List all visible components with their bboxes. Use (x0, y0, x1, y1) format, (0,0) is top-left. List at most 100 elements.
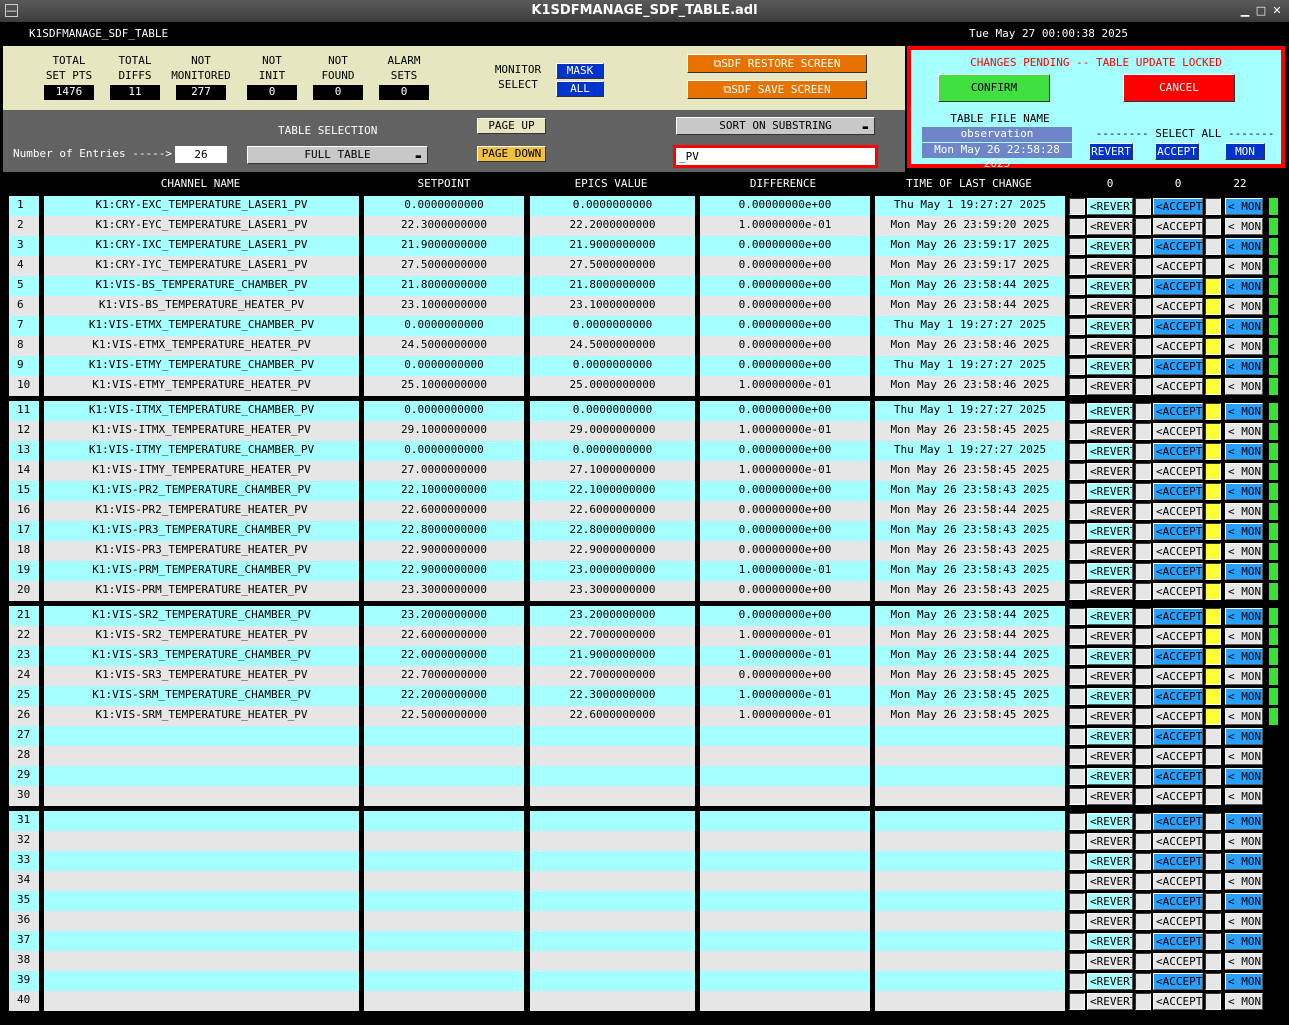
mon-button[interactable]: < MON (1225, 523, 1263, 540)
revert-checkbox[interactable] (1069, 748, 1085, 765)
mon-button[interactable]: < MON (1225, 318, 1263, 335)
accept-button[interactable]: <ACCEPT (1153, 378, 1203, 395)
revert-button[interactable]: <REVERT (1087, 338, 1133, 355)
accept-checkbox[interactable] (1135, 238, 1151, 255)
accept-checkbox[interactable] (1135, 423, 1151, 440)
accept-button[interactable]: <ACCEPT (1153, 993, 1203, 1010)
revert-button[interactable]: <REVERT (1087, 953, 1133, 970)
accept-button[interactable]: <ACCEPT (1153, 503, 1203, 520)
mon-checkbox[interactable] (1205, 403, 1221, 420)
accept-button[interactable]: <ACCEPT (1153, 563, 1203, 580)
revert-checkbox[interactable] (1069, 563, 1085, 580)
accept-checkbox[interactable] (1135, 708, 1151, 725)
revert-checkbox[interactable] (1069, 423, 1085, 440)
mon-checkbox[interactable] (1205, 668, 1221, 685)
mon-button[interactable]: < MON (1225, 503, 1263, 520)
table-selection-menu[interactable]: FULL TABLE ▬ (247, 146, 428, 164)
mon-checkbox[interactable] (1205, 648, 1221, 665)
accept-button[interactable]: <ACCEPT (1153, 728, 1203, 745)
mon-checkbox[interactable] (1205, 423, 1221, 440)
mon-button[interactable]: < MON (1225, 258, 1263, 275)
revert-button[interactable]: <REVERT (1087, 993, 1133, 1010)
accept-button[interactable]: <ACCEPT (1153, 463, 1203, 480)
mon-checkbox[interactable] (1205, 238, 1221, 255)
accept-checkbox[interactable] (1135, 628, 1151, 645)
mon-checkbox[interactable] (1205, 628, 1221, 645)
mon-checkbox[interactable] (1205, 893, 1221, 910)
revert-button[interactable]: <REVERT (1087, 813, 1133, 830)
accept-button[interactable]: <ACCEPT (1153, 318, 1203, 335)
accept-button[interactable]: <ACCEPT (1153, 403, 1203, 420)
revert-button[interactable]: <REVERT (1087, 893, 1133, 910)
select-all-revert-button[interactable]: REVERT (1089, 143, 1133, 160)
mon-checkbox[interactable] (1205, 973, 1221, 990)
accept-button[interactable]: <ACCEPT (1153, 893, 1203, 910)
revert-button[interactable]: <REVERT (1087, 218, 1133, 235)
mon-checkbox[interactable] (1205, 278, 1221, 295)
revert-checkbox[interactable] (1069, 648, 1085, 665)
page-up-button[interactable]: PAGE UP (477, 118, 546, 134)
revert-button[interactable]: <REVERT (1087, 688, 1133, 705)
mon-button[interactable]: < MON (1225, 853, 1263, 870)
revert-button[interactable]: <REVERT (1087, 483, 1133, 500)
revert-checkbox[interactable] (1069, 913, 1085, 930)
accept-button[interactable]: <ACCEPT (1153, 973, 1203, 990)
revert-checkbox[interactable] (1069, 933, 1085, 950)
mon-button[interactable]: < MON (1225, 583, 1263, 600)
mon-checkbox[interactable] (1205, 853, 1221, 870)
accept-button[interactable]: <ACCEPT (1153, 608, 1203, 625)
mon-button[interactable]: < MON (1225, 543, 1263, 560)
mon-checkbox[interactable] (1205, 443, 1221, 460)
accept-checkbox[interactable] (1135, 768, 1151, 785)
mon-button[interactable]: < MON (1225, 893, 1263, 910)
revert-checkbox[interactable] (1069, 853, 1085, 870)
mon-checkbox[interactable] (1205, 198, 1221, 215)
mask-button[interactable]: MASK (556, 63, 604, 79)
revert-checkbox[interactable] (1069, 688, 1085, 705)
mon-checkbox[interactable] (1205, 953, 1221, 970)
accept-checkbox[interactable] (1135, 338, 1151, 355)
mon-checkbox[interactable] (1205, 378, 1221, 395)
accept-button[interactable]: <ACCEPT (1153, 423, 1203, 440)
accept-checkbox[interactable] (1135, 583, 1151, 600)
revert-checkbox[interactable] (1069, 338, 1085, 355)
accept-checkbox[interactable] (1135, 563, 1151, 580)
accept-checkbox[interactable] (1135, 973, 1151, 990)
accept-checkbox[interactable] (1135, 543, 1151, 560)
revert-checkbox[interactable] (1069, 768, 1085, 785)
mon-button[interactable]: < MON (1225, 688, 1263, 705)
revert-checkbox[interactable] (1069, 608, 1085, 625)
accept-button[interactable]: <ACCEPT (1153, 483, 1203, 500)
revert-checkbox[interactable] (1069, 973, 1085, 990)
mon-checkbox[interactable] (1205, 543, 1221, 560)
revert-checkbox[interactable] (1069, 378, 1085, 395)
accept-checkbox[interactable] (1135, 198, 1151, 215)
accept-button[interactable]: <ACCEPT (1153, 338, 1203, 355)
mon-button[interactable]: < MON (1225, 648, 1263, 665)
accept-checkbox[interactable] (1135, 298, 1151, 315)
mon-button[interactable]: < MON (1225, 378, 1263, 395)
mon-button[interactable]: < MON (1225, 608, 1263, 625)
revert-checkbox[interactable] (1069, 628, 1085, 645)
page-down-button[interactable]: PAGE DOWN (477, 146, 546, 162)
revert-button[interactable]: <REVERT (1087, 358, 1133, 375)
revert-checkbox[interactable] (1069, 953, 1085, 970)
accept-button[interactable]: <ACCEPT (1153, 543, 1203, 560)
mon-button[interactable]: < MON (1225, 198, 1263, 215)
substring-input[interactable]: _PV (673, 145, 878, 168)
accept-button[interactable]: <ACCEPT (1153, 688, 1203, 705)
revert-checkbox[interactable] (1069, 198, 1085, 215)
cancel-button[interactable]: CANCEL (1123, 74, 1235, 102)
accept-button[interactable]: <ACCEPT (1153, 278, 1203, 295)
accept-button[interactable]: <ACCEPT (1153, 933, 1203, 950)
revert-button[interactable]: <REVERT (1087, 258, 1133, 275)
accept-checkbox[interactable] (1135, 403, 1151, 420)
mon-button[interactable]: < MON (1225, 728, 1263, 745)
mon-button[interactable]: < MON (1225, 953, 1263, 970)
mon-checkbox[interactable] (1205, 218, 1221, 235)
revert-button[interactable]: <REVERT (1087, 563, 1133, 580)
accept-checkbox[interactable] (1135, 833, 1151, 850)
mon-checkbox[interactable] (1205, 583, 1221, 600)
minimize-icon[interactable]: ▁ (1238, 4, 1252, 18)
mon-checkbox[interactable] (1205, 523, 1221, 540)
